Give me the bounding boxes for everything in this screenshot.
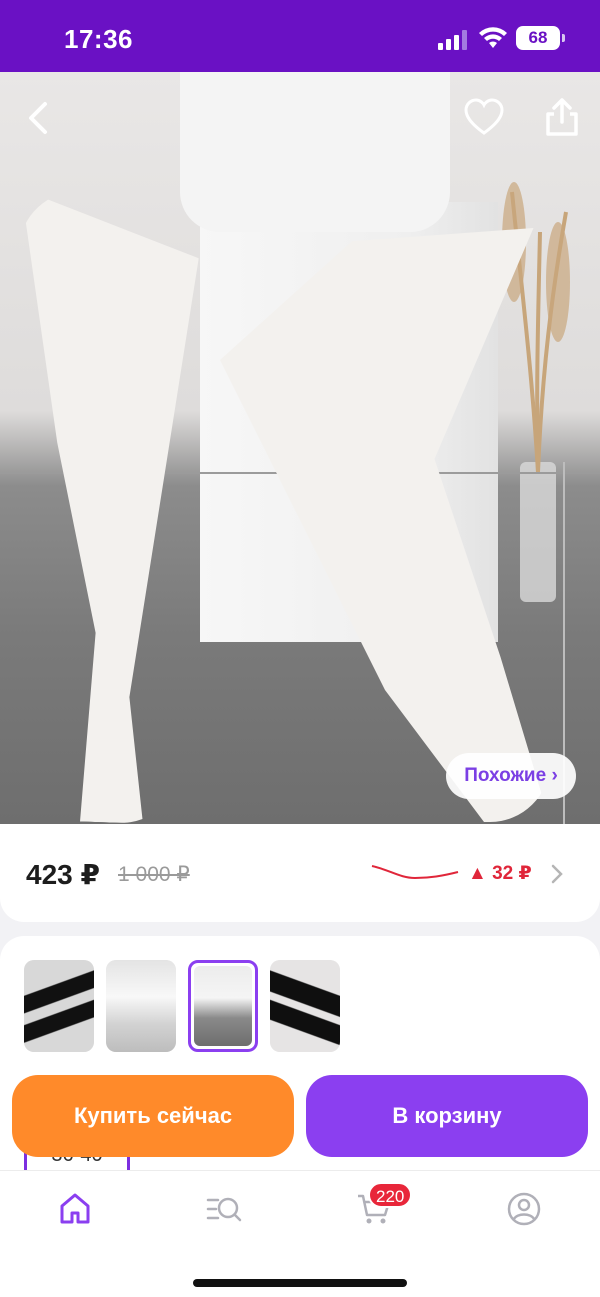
buy-now-button[interactable]: Купить сейчас xyxy=(12,1075,294,1157)
price-card[interactable]: 423 ₽ 1 000 ₽ ▲ 32 ₽ xyxy=(0,824,600,922)
price-trend-icon xyxy=(371,865,459,880)
profile-icon xyxy=(507,1192,541,1226)
favorite-button[interactable] xyxy=(462,96,506,140)
heart-icon xyxy=(464,98,504,135)
variant-image xyxy=(270,960,340,1052)
battery-indicator: 68 xyxy=(516,26,565,50)
chevron-left-icon xyxy=(29,102,47,134)
back-button[interactable] xyxy=(18,96,62,140)
status-time: 17:36 xyxy=(64,24,133,54)
product-photo[interactable] xyxy=(0,72,600,825)
photo-skirt xyxy=(180,72,450,232)
variant-thumb-1[interactable] xyxy=(24,960,94,1052)
add-to-cart-button[interactable]: В корзину xyxy=(306,1075,588,1157)
variant-image xyxy=(24,960,94,1052)
old-price: 1 000 ₽ xyxy=(118,863,190,886)
catalog-search-icon xyxy=(206,1197,242,1222)
share-icon xyxy=(546,98,578,136)
wifi-icon xyxy=(479,27,507,48)
tab-profile[interactable] xyxy=(506,1191,542,1227)
signal-icon xyxy=(438,30,467,50)
home-icon xyxy=(60,1193,90,1224)
variant-image xyxy=(194,966,252,1046)
tab-home[interactable] xyxy=(57,1191,93,1227)
current-price: 423 ₽ xyxy=(26,859,100,890)
similar-products-button[interactable]: Похожие › xyxy=(446,753,576,799)
price-change: ▲ 32 ₽ xyxy=(468,863,532,884)
tab-catalog[interactable] xyxy=(206,1191,242,1227)
cart-count-badge: 220 xyxy=(368,1182,413,1208)
bottom-tab-bar: 220 xyxy=(0,1170,600,1297)
status-bar: 17:36 68 xyxy=(0,0,600,72)
photo-left-leg xyxy=(0,189,201,825)
variant-thumb-3-selected[interactable] xyxy=(188,960,258,1052)
screen: 17:36 68 Похожие › 423 ₽ 1 000 ₽ ▲ 32 ₽ … xyxy=(0,0,600,1297)
share-button[interactable] xyxy=(540,96,584,140)
variant-thumb-2[interactable] xyxy=(106,960,176,1052)
chevron-right-icon[interactable] xyxy=(548,862,566,886)
variant-image xyxy=(106,960,176,1052)
variant-thumb-4[interactable] xyxy=(270,960,340,1052)
home-indicator xyxy=(193,1279,407,1287)
